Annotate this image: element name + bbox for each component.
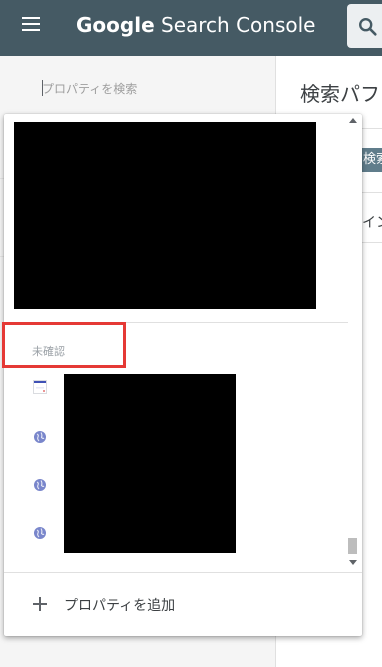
highlight-box [2, 322, 126, 368]
title-product: Search Console [161, 13, 316, 37]
hamburger-menu-icon[interactable] [22, 17, 40, 31]
title-google: Google [76, 13, 155, 37]
property-search-input[interactable]: プロパティを検索 [42, 80, 137, 97]
scroll-up-arrow-icon[interactable] [349, 118, 357, 123]
add-property-label: プロパティを追加 [64, 598, 176, 614]
dropdown-scrollbar[interactable] [346, 114, 360, 572]
redacted-unverified-properties [64, 374, 236, 553]
search-type-chip[interactable]: 検索タ [361, 148, 382, 172]
property-dropdown: 未確認 プロパティを追加 [2, 114, 362, 636]
scroll-thumb[interactable] [348, 538, 357, 554]
search-button[interactable] [347, 4, 382, 48]
add-property-button[interactable]: プロパティを追加 [4, 573, 362, 635]
site-favicon-icon [33, 380, 47, 394]
tab-index[interactable]: イン [362, 212, 382, 232]
globe-icon [34, 527, 46, 539]
plus-icon [33, 597, 47, 611]
app-title[interactable]: Google Search Console [76, 13, 315, 37]
redacted-property-list [14, 122, 316, 309]
globe-icon [34, 479, 46, 491]
scroll-down-arrow-icon[interactable] [349, 560, 357, 565]
app-header: Google Search Console [0, 0, 382, 56]
page-title: 検索パフ [300, 82, 380, 106]
globe-icon [34, 431, 46, 443]
search-icon [359, 18, 377, 36]
